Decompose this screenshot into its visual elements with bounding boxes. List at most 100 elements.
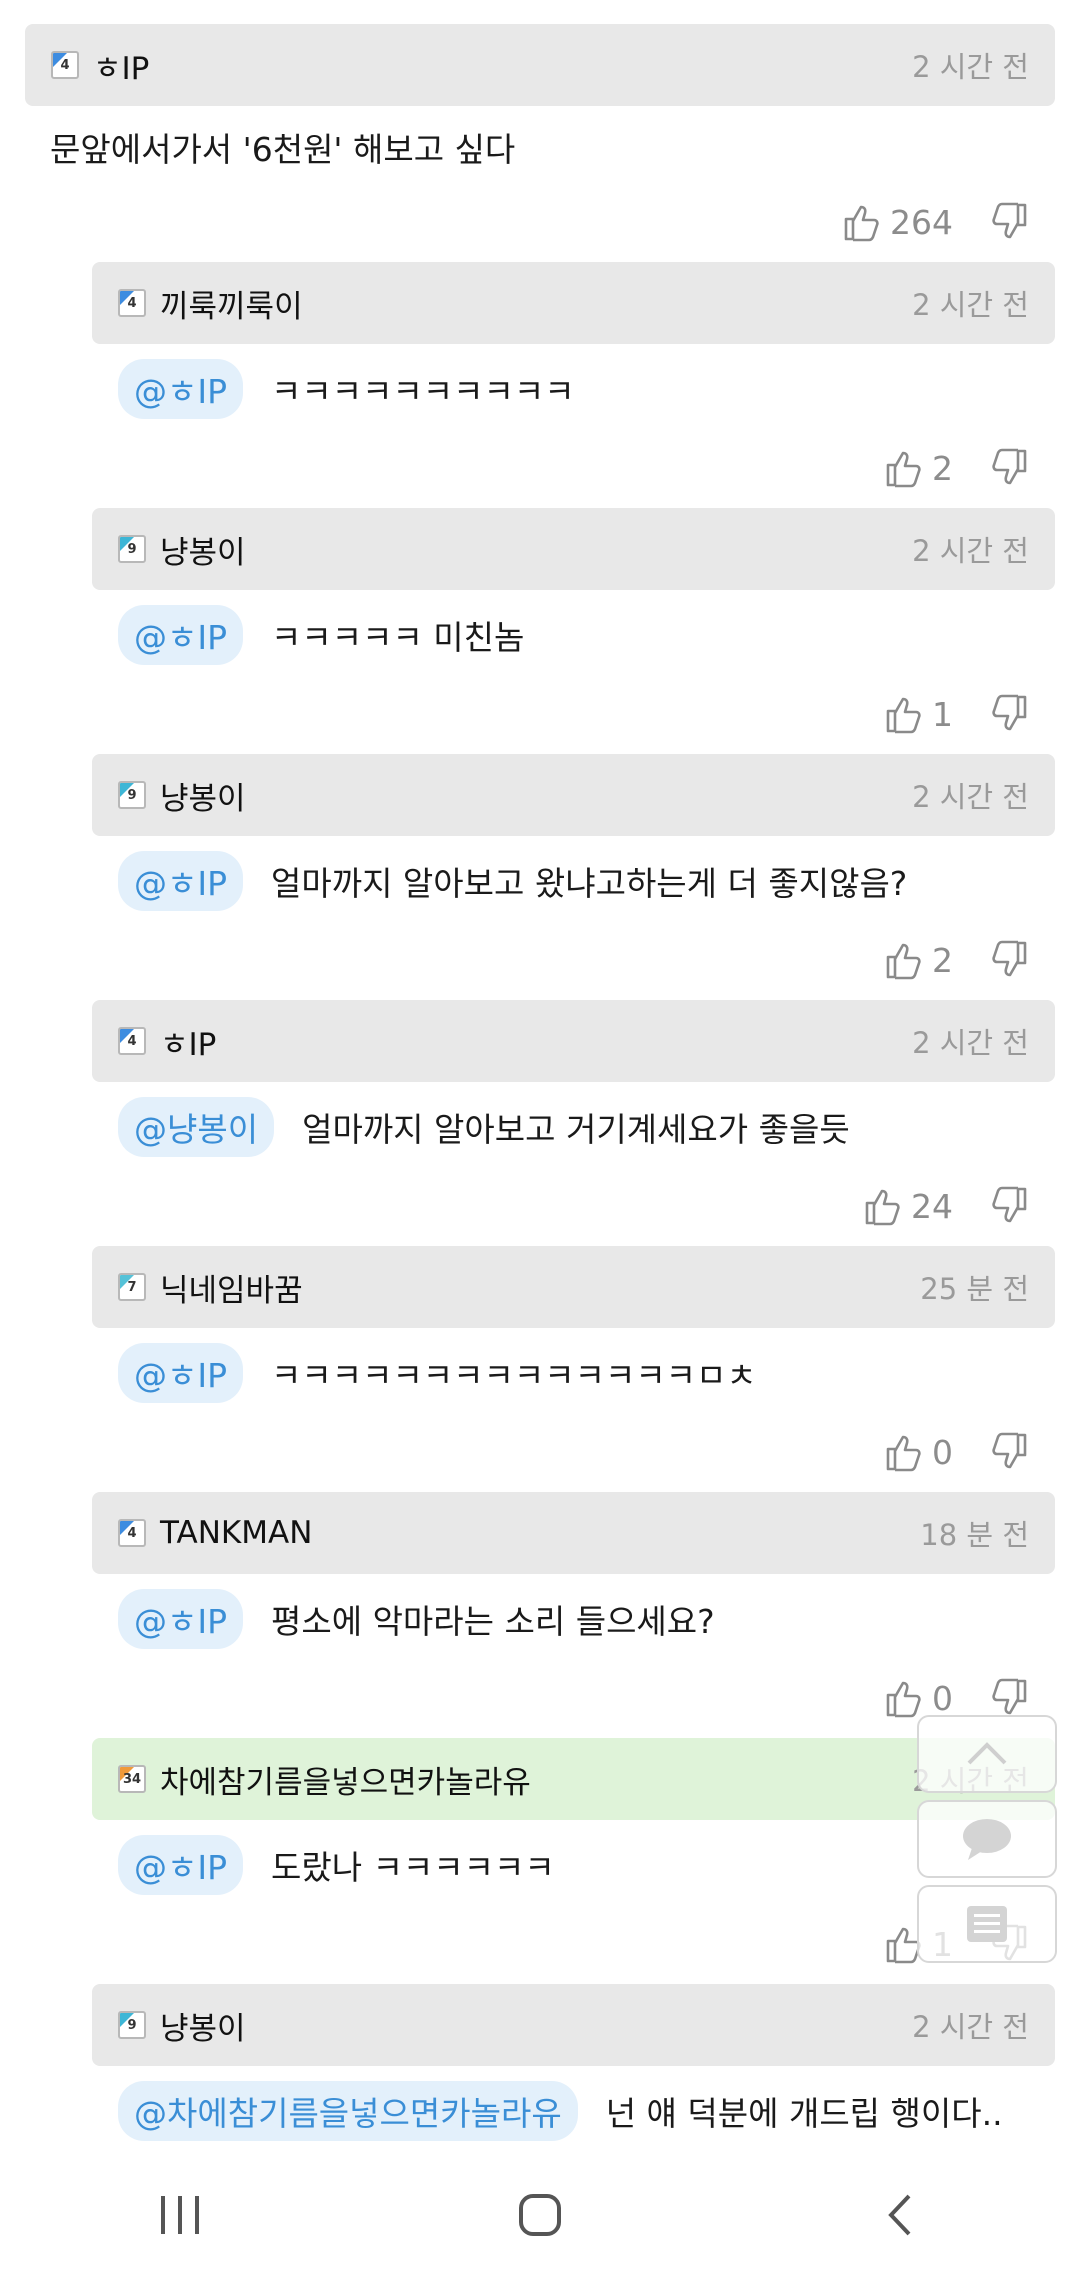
thumbs-down-icon: [992, 1678, 1027, 1715]
comment-body: @ㅎIP 얼마까지 알아보고 왔냐고하는게 더 좋지않음?: [92, 836, 1055, 926]
thumbs-up-icon: [886, 943, 921, 980]
comment-header: 7 닉네임바꿈 25 분 전: [92, 1246, 1055, 1328]
timestamp: 2 시간 전: [912, 288, 1029, 322]
mention-tag[interactable]: @ㅎIP: [118, 1343, 243, 1403]
thumbs-up-icon: [886, 451, 921, 488]
list-button[interactable]: [917, 1885, 1057, 1963]
like-button[interactable]: 0: [884, 1432, 989, 1472]
dislike-button[interactable]: [989, 202, 1029, 242]
home-button[interactable]: [480, 2165, 600, 2265]
user-level-badge-icon: 9: [118, 535, 146, 563]
back-icon: [888, 2194, 911, 2236]
like-count: 0: [932, 1678, 953, 1718]
mention-tag[interactable]: @차에참기름을넣으면카놀라유: [118, 2081, 578, 2141]
like-button[interactable]: 1: [884, 694, 989, 734]
mention-tag[interactable]: @ㅎIP: [118, 851, 243, 911]
mention-tag[interactable]: @ㅎIP: [118, 359, 243, 419]
user-level-badge-icon: 34: [118, 1765, 146, 1793]
comment-body: @ㅎIP ㅋㅋㅋㅋㅋ 미친놈: [92, 590, 1055, 680]
nickname[interactable]: 닉네임바꿈: [160, 1265, 920, 1310]
comment-button[interactable]: [917, 1800, 1057, 1878]
nickname[interactable]: 냥봉이: [160, 527, 912, 572]
thumbs-down-icon: [992, 1432, 1027, 1469]
comment-text: 문앞에서가서 '6천원' 해보고 싶다: [50, 130, 516, 169]
like-button[interactable]: 24: [863, 1186, 989, 1226]
mention-tag[interactable]: @ㅎIP: [118, 1835, 243, 1895]
dislike-button[interactable]: [989, 1432, 1029, 1472]
user-level-badge-icon: 4: [118, 1027, 146, 1055]
like-count: 2: [932, 940, 953, 980]
reply-comment: 9 냥봉이 2 시간 전 @ㅎIP 얼마까지 알아보고 왔냐고하는게 더 좋지않음? 2: [92, 754, 1055, 1000]
mention-tag[interactable]: @ㅎIP: [118, 1589, 243, 1649]
user-level-badge-icon: 4: [118, 1519, 146, 1547]
vote-row: 0: [92, 1664, 1055, 1732]
comment-body: @ㅎIP 평소에 악마라는 소리 들으세요?: [92, 1574, 1055, 1664]
comment-body: @냥봉이 얼마까지 알아보고 거기계세요가 좋을듯: [92, 1082, 1055, 1172]
nickname[interactable]: 끼룩끼룩이: [160, 281, 912, 326]
like-count: 0: [932, 1432, 953, 1472]
comment-header: 4 끼룩끼룩이 2 시간 전: [92, 262, 1055, 344]
comment-header: 4 ㅎIP 2 시간 전: [92, 1000, 1055, 1082]
thumbs-down-icon: [992, 448, 1027, 485]
like-button[interactable]: 2: [884, 448, 989, 488]
like-count: 24: [911, 1186, 953, 1226]
like-count: 264: [890, 202, 953, 242]
reply-comment: 4 TANKMAN 18 분 전 @ㅎIP 평소에 악마라는 소리 들으세요? 0: [92, 1492, 1055, 1738]
back-button[interactable]: [840, 2165, 960, 2265]
home-icon: [519, 2194, 561, 2236]
comment-text: 얼마까지 알아보고 거기계세요가 좋을듯: [302, 1110, 850, 1149]
comment-header: 9 냥봉이 2 시간 전: [92, 754, 1055, 836]
comment-text: 도랐나 ㅋㅋㅋㅋㅋㅋ: [271, 1848, 555, 1887]
thumbs-down-icon: [992, 694, 1027, 731]
vote-row: 24: [92, 1172, 1055, 1240]
comment-text: 넌 얘 덕분에 개드립 행이다..: [605, 2094, 1003, 2133]
reply-comment: 9 냥봉이 2 시간 전 @차에참기름을넣으면카놀라유 넌 얘 덕분에 개드립 행이다.…: [92, 1984, 1055, 2162]
dislike-button[interactable]: [989, 1678, 1029, 1718]
dislike-button[interactable]: [989, 940, 1029, 980]
nickname[interactable]: 냥봉이: [160, 773, 912, 818]
comment-header: 34차에참기름을넣으면카놀라유2 시간 전: [92, 1738, 1055, 1820]
thumbs-down-icon: [992, 202, 1027, 239]
nickname[interactable]: TANKMAN: [160, 1515, 920, 1551]
comment-header: 9 냥봉이 2 시간 전: [92, 1984, 1055, 2066]
timestamp: 25 분 전: [920, 1272, 1029, 1306]
reply-comment: 4 ㅎIP 2 시간 전 @냥봉이 얼마까지 알아보고 거기계세요가 좋을듯 24: [92, 1000, 1055, 1246]
user-level-badge-icon: 9: [118, 781, 146, 809]
user-level-badge-icon: 7: [118, 1273, 146, 1301]
thumbs-up-icon: [886, 1435, 921, 1472]
vote-row: 2: [92, 434, 1055, 502]
comment-bubble-icon: [963, 1819, 1011, 1860]
nickname[interactable]: ㅎIP: [93, 43, 912, 88]
mention-tag[interactable]: @ㅎIP: [118, 605, 243, 665]
like-count: 1: [932, 694, 953, 734]
nickname[interactable]: 냥봉이: [160, 2003, 912, 2048]
thumbs-up-icon: [844, 205, 879, 242]
user-level-badge-icon: 4: [118, 289, 146, 317]
timestamp: 2 시간 전: [912, 2010, 1029, 2044]
comment-header: 4 TANKMAN 18 분 전: [92, 1492, 1055, 1574]
mention-tag[interactable]: @냥봉이: [118, 1097, 275, 1157]
comment-text: ㅋㅋㅋㅋㅋ 미친놈: [271, 618, 525, 657]
chevron-up-icon: [967, 1742, 1007, 1765]
dislike-button[interactable]: [989, 1186, 1029, 1226]
reply-comment: 9 냥봉이 2 시간 전 @ㅎIP ㅋㅋㅋㅋㅋ 미친놈 1: [92, 508, 1055, 754]
thumbs-down-icon: [992, 940, 1027, 977]
recent-apps-icon: [161, 2196, 199, 2234]
timestamp: 2 시간 전: [912, 1026, 1029, 1060]
recent-apps-button[interactable]: [120, 2165, 240, 2265]
like-button[interactable]: 0: [884, 1678, 989, 1718]
like-button[interactable]: 264: [842, 202, 989, 242]
nickname[interactable]: 차에참기름을넣으면카놀라유: [160, 1757, 912, 1802]
dislike-button[interactable]: [989, 448, 1029, 488]
nickname[interactable]: ㅎIP: [160, 1019, 912, 1064]
vote-row: 1: [92, 1910, 1055, 1978]
dislike-button[interactable]: [989, 694, 1029, 734]
scroll-top-button[interactable]: [917, 1715, 1057, 1793]
comment-text: 평소에 악마라는 소리 들으세요?: [271, 1602, 715, 1641]
timestamp: 2 시간 전: [912, 780, 1029, 814]
list-icon: [967, 1906, 1007, 1942]
comment-body: @ㅎIP 도랐나 ㅋㅋㅋㅋㅋㅋ: [92, 1820, 1055, 1910]
comment-text: ㅋㅋㅋㅋㅋㅋㅋㅋㅋㅋ: [271, 372, 575, 411]
like-button[interactable]: 2: [884, 940, 989, 980]
like-count: 2: [932, 448, 953, 488]
